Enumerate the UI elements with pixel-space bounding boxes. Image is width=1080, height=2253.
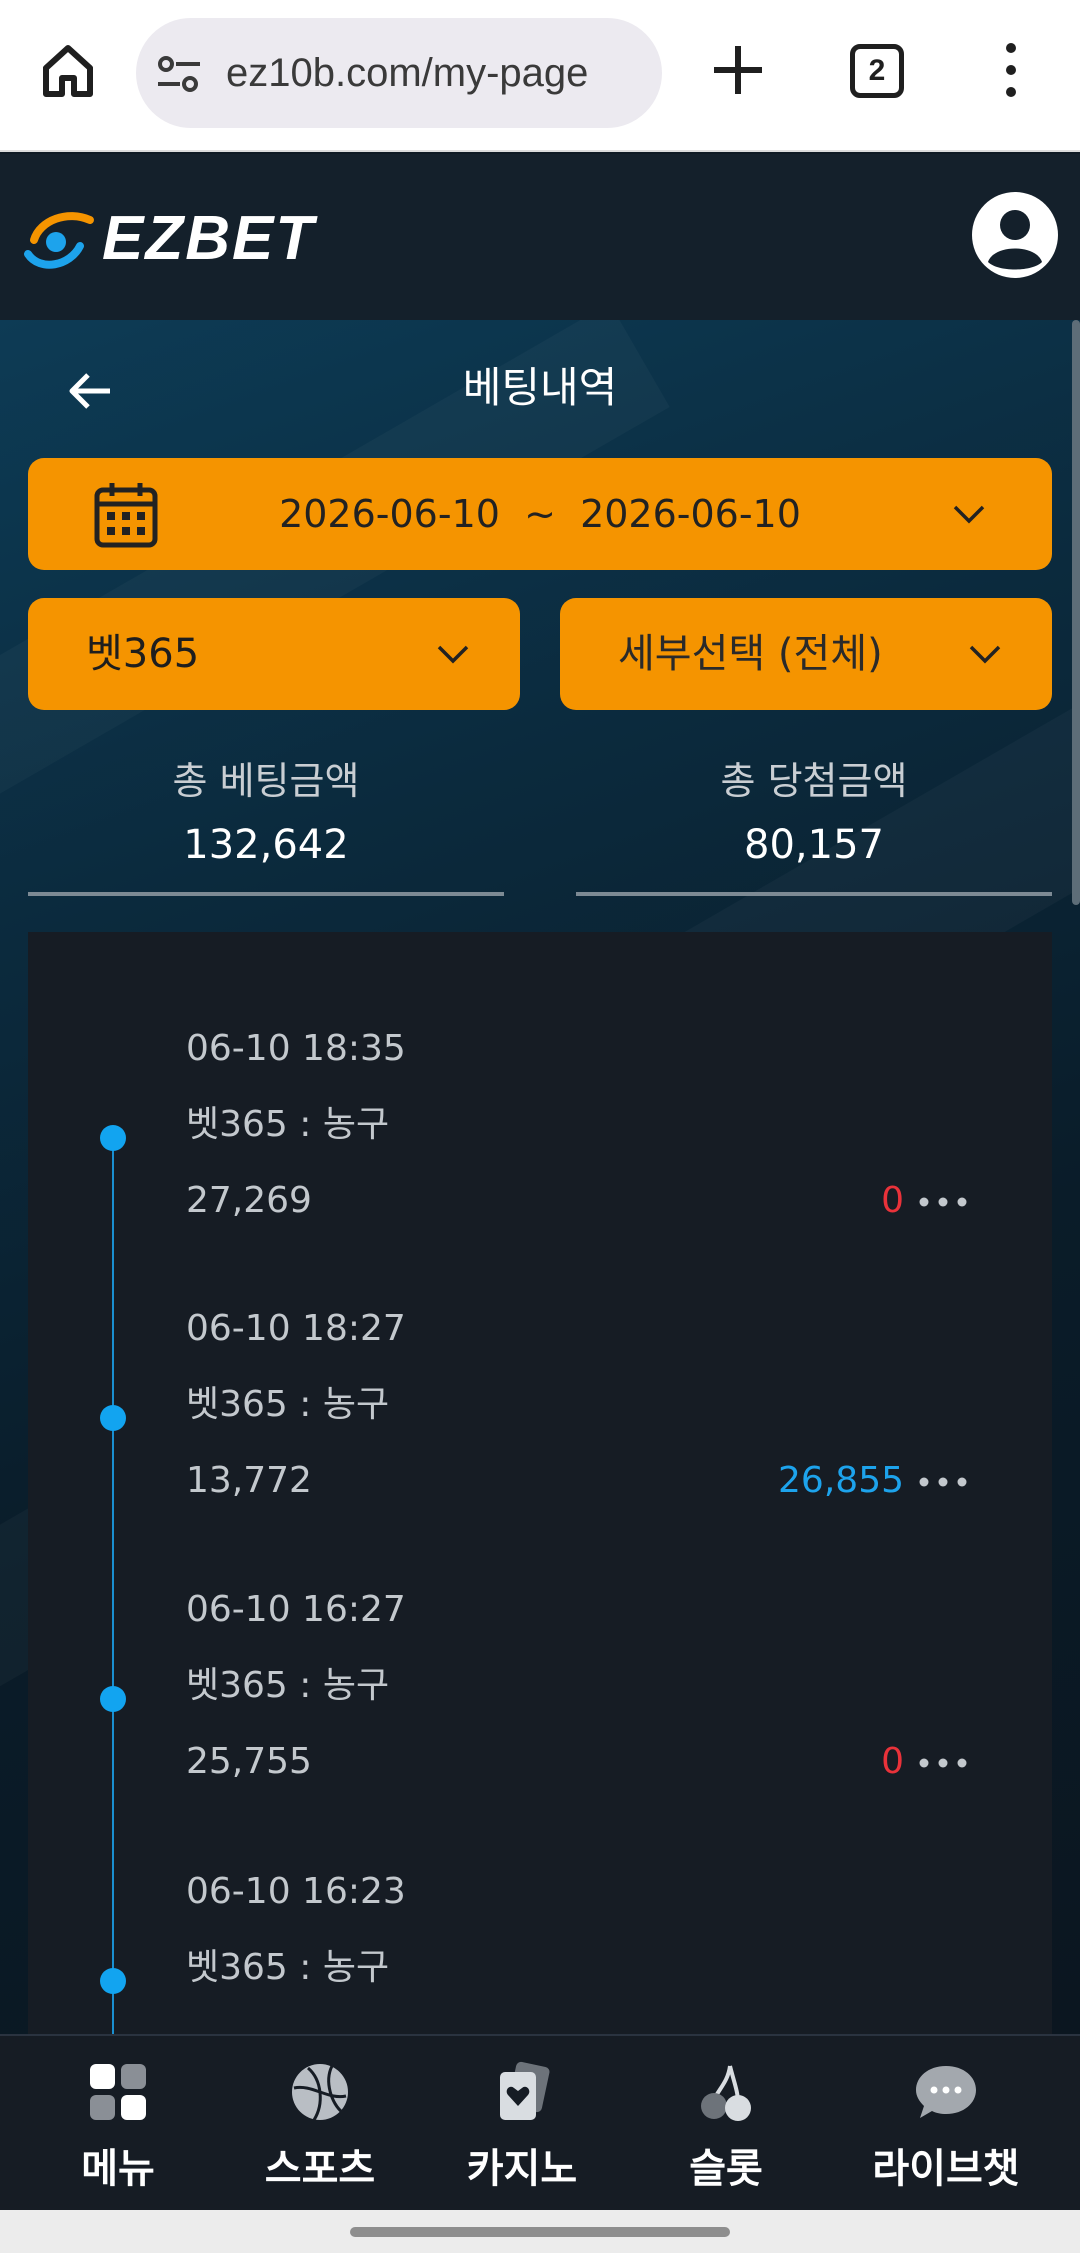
bet-entry[interactable]: 06-10 16:27 벳365 : 농구 25,755 0 xyxy=(28,1585,1052,1865)
chevron-down-icon xyxy=(953,505,985,524)
user-avatar-icon[interactable] xyxy=(972,192,1058,278)
total-bet-summary: 총 베팅금액 132,642 xyxy=(28,752,504,896)
timeline-dot xyxy=(100,1686,126,1712)
url-text[interactable]: ez10b.com/my-page xyxy=(226,18,588,128)
gesture-handle[interactable] xyxy=(350,2227,730,2237)
bet-result: 0 xyxy=(881,1180,904,1221)
new-tab-icon[interactable] xyxy=(706,38,770,102)
betting-history-page: 베팅내역 2026-06-10 ~ 2026-06-10 벳365 세부선택 (… xyxy=(0,320,1080,2034)
bet-game: 벳365 : 농구 xyxy=(186,1947,390,1988)
more-options-icon[interactable] xyxy=(918,1196,968,1208)
nav-menu[interactable]: 메뉴 xyxy=(18,2050,218,2200)
bet-amount: 25,755 xyxy=(186,1741,312,1782)
nav-sports[interactable]: 스포츠 xyxy=(220,2050,420,2200)
nav-casino[interactable]: 카지노 xyxy=(422,2050,622,2200)
bet-entry[interactable]: 06-10 18:35 벳365 : 농구 27,269 0 xyxy=(28,1024,1052,1304)
brand-name: EZBET xyxy=(102,204,316,273)
bet-time: 06-10 16:23 xyxy=(186,1871,406,1912)
bet-entry[interactable]: 06-10 18:27 벳365 : 농구 13,772 26,855 xyxy=(28,1304,1052,1584)
nav-live-chat[interactable]: 라이브챗 xyxy=(846,2050,1046,2200)
more-options-icon[interactable] xyxy=(996,38,1026,102)
tab-switcher-button[interactable]: 2 xyxy=(850,44,904,98)
date-range-text: 2026-06-10 ~ 2026-06-10 xyxy=(279,492,801,536)
logo-mark-icon xyxy=(24,212,94,269)
date-range-picker[interactable]: 2026-06-10 ~ 2026-06-10 xyxy=(28,458,1052,570)
more-options-icon[interactable] xyxy=(918,1476,968,1488)
more-options-icon[interactable] xyxy=(918,1757,968,1769)
bet-time: 06-10 18:35 xyxy=(186,1028,406,1069)
total-win-summary: 총 당첨금액 80,157 xyxy=(576,752,1052,896)
total-bet-label: 총 베팅금액 xyxy=(172,759,360,803)
total-win-label: 총 당첨금액 xyxy=(720,759,908,803)
detail-select-value: 세부선택 (전체) xyxy=(618,631,883,677)
bet-game: 벳365 : 농구 xyxy=(186,1384,390,1425)
bet-game: 벳365 : 농구 xyxy=(186,1665,390,1706)
nav-label: 카지노 xyxy=(466,2146,578,2192)
bet-result: 0 xyxy=(881,1741,904,1782)
total-bet-value: 132,642 xyxy=(183,822,349,868)
bet-time: 06-10 18:27 xyxy=(186,1308,406,1349)
bet-game: 벳365 : 농구 xyxy=(186,1104,390,1145)
nav-label: 스포츠 xyxy=(264,2146,376,2192)
chat-bubble-icon xyxy=(916,2066,976,2118)
bet-time: 06-10 16:27 xyxy=(186,1589,406,1630)
timeline-dot xyxy=(100,1405,126,1431)
detail-select[interactable]: 세부선택 (전체) xyxy=(560,598,1052,710)
chevron-down-icon xyxy=(969,645,1001,664)
nav-label: 슬롯 xyxy=(689,2146,763,2192)
provider-select-value: 벳365 xyxy=(86,631,200,677)
site-settings-icon[interactable] xyxy=(156,54,202,94)
bet-amount: 27,269 xyxy=(186,1180,312,1221)
page-title: 베팅내역 xyxy=(462,363,618,412)
address-bar[interactable]: ez10b.com/my-page xyxy=(136,18,662,128)
browser-toolbar: ez10b.com/my-page 2 xyxy=(0,0,1080,152)
provider-select[interactable]: 벳365 xyxy=(28,598,520,710)
site-header: EZBET xyxy=(0,154,1080,320)
bet-history-list: 06-10 18:35 벳365 : 농구 27,269 0 06-10 18:… xyxy=(28,932,1052,2034)
bet-entry[interactable]: 06-10 16:23 벳365 : 농구 xyxy=(28,1867,1052,2034)
nav-label: 라이브챗 xyxy=(872,2146,1020,2192)
chevron-down-icon xyxy=(437,645,469,664)
cards-icon xyxy=(500,2061,550,2120)
timeline-dot xyxy=(100,1125,126,1151)
menu-grid-icon xyxy=(90,2064,146,2120)
title-row: 베팅내역 xyxy=(0,320,1080,460)
system-gesture-bar xyxy=(0,2210,1080,2253)
cherry-icon xyxy=(701,2065,751,2121)
bottom-nav: 메뉴 스포츠 카지노 슬롯 라이브챗 xyxy=(0,2034,1080,2210)
home-icon[interactable] xyxy=(36,38,100,102)
timeline-dot xyxy=(100,1968,126,1994)
nav-label: 메뉴 xyxy=(81,2146,155,2192)
bet-result: 26,855 xyxy=(778,1460,904,1501)
basketball-icon xyxy=(292,2064,348,2121)
brand-logo[interactable]: EZBET xyxy=(20,202,350,276)
total-win-value: 80,157 xyxy=(744,822,884,868)
bet-amount: 13,772 xyxy=(186,1460,312,1501)
nav-slots[interactable]: 슬롯 xyxy=(626,2050,826,2200)
